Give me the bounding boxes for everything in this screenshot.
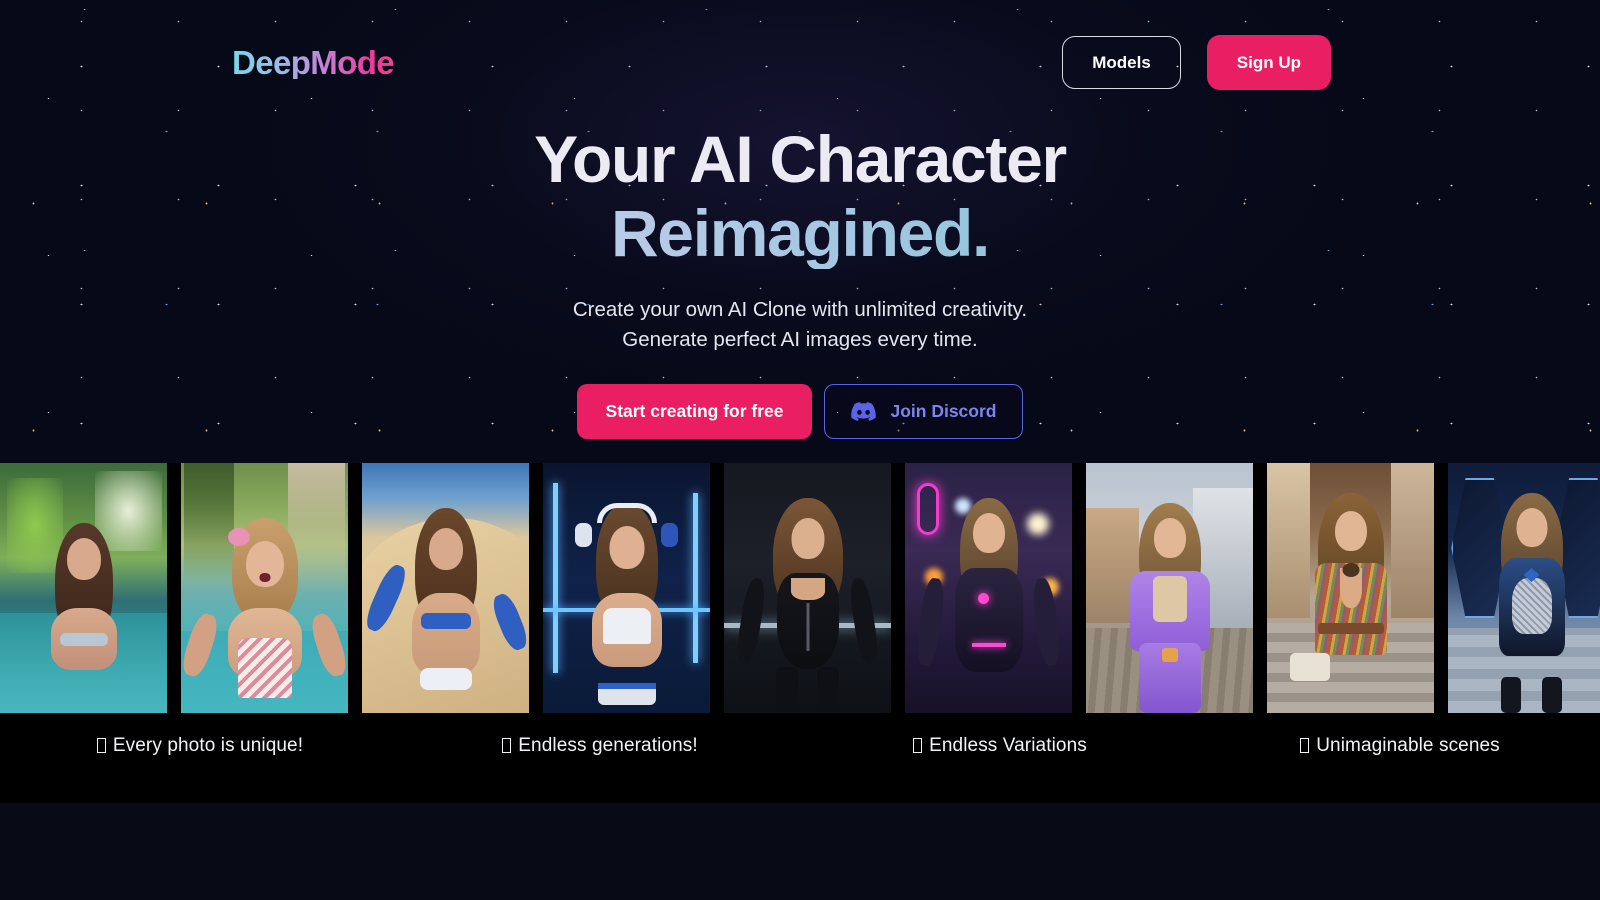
caption-item: Every photo is unique!: [0, 735, 400, 757]
emoji-tofu-icon: [1300, 738, 1310, 753]
emoji-tofu-icon: [913, 738, 923, 753]
caption-item: Endless generations!: [400, 735, 800, 757]
sign-up-button[interactable]: Sign Up: [1206, 35, 1331, 90]
gallery-tile[interactable]: [1267, 463, 1434, 713]
page-below-fold: [0, 803, 1600, 900]
hero-copy: Your AI Character Reimagined. Create you…: [0, 122, 1600, 440]
caption-item: Endless Variations: [800, 735, 1200, 757]
headline-line-2: Reimagined.: [0, 198, 1600, 269]
subline-row-1: Create your own AI Clone with unlimited …: [572, 297, 1028, 321]
join-discord-label: Join Discord: [890, 400, 997, 421]
emoji-tofu-icon: [502, 738, 512, 753]
caption-text: Unimaginable scenes: [1316, 735, 1500, 756]
hero-section: DeepMode Models Sign Up Your AI Characte…: [0, 0, 1600, 463]
models-button[interactable]: Models: [1062, 36, 1181, 89]
tile-scene: [1448, 463, 1600, 713]
gallery-carousel-track[interactable]: [0, 463, 1600, 713]
gallery-tile[interactable]: [905, 463, 1072, 713]
nav-actions: Models Sign Up: [1062, 35, 1564, 90]
headline-line-1: Your AI Character: [534, 122, 1067, 196]
caption-text: Endless generations!: [518, 735, 698, 756]
gallery-tile[interactable]: [1086, 463, 1253, 713]
tile-scene: [1086, 463, 1253, 713]
gallery-tile[interactable]: [362, 463, 529, 713]
emoji-tofu-icon: [96, 738, 106, 753]
gallery-tile[interactable]: [724, 463, 891, 713]
gallery-tile[interactable]: [543, 463, 710, 713]
tile-scene: [543, 463, 710, 713]
gallery-section[interactable]: Every photo is unique! Endless generatio…: [0, 463, 1600, 803]
tile-scene: [181, 463, 348, 713]
tile-scene: [362, 463, 529, 713]
gallery-tile[interactable]: [1448, 463, 1600, 713]
join-discord-button[interactable]: Join Discord: [824, 384, 1024, 439]
discord-icon: [851, 402, 877, 421]
caption-text: Endless Variations: [929, 735, 1087, 756]
cta-row: Start creating for free Join Discord: [0, 383, 1600, 440]
subline-row-2: Generate perfect AI images every time.: [622, 327, 978, 351]
caption-text: Every photo is unique!: [112, 735, 304, 756]
tile-scene: [0, 463, 167, 713]
tile-scene: [724, 463, 891, 713]
caption-item: Unimaginable scenes: [1200, 735, 1600, 757]
brand-logo[interactable]: DeepMode: [232, 46, 395, 79]
gallery-tile[interactable]: [181, 463, 348, 713]
tile-scene: [1267, 463, 1434, 713]
start-creating-button[interactable]: Start creating for free: [576, 383, 813, 440]
tile-scene: [905, 463, 1072, 713]
gallery-tile[interactable]: [0, 463, 167, 713]
gallery-captions: Every photo is unique! Endless generatio…: [0, 735, 1600, 757]
hero-subline: Create your own AI Clone with unlimited …: [0, 295, 1600, 355]
navbar: DeepMode Models Sign Up: [0, 0, 1600, 125]
